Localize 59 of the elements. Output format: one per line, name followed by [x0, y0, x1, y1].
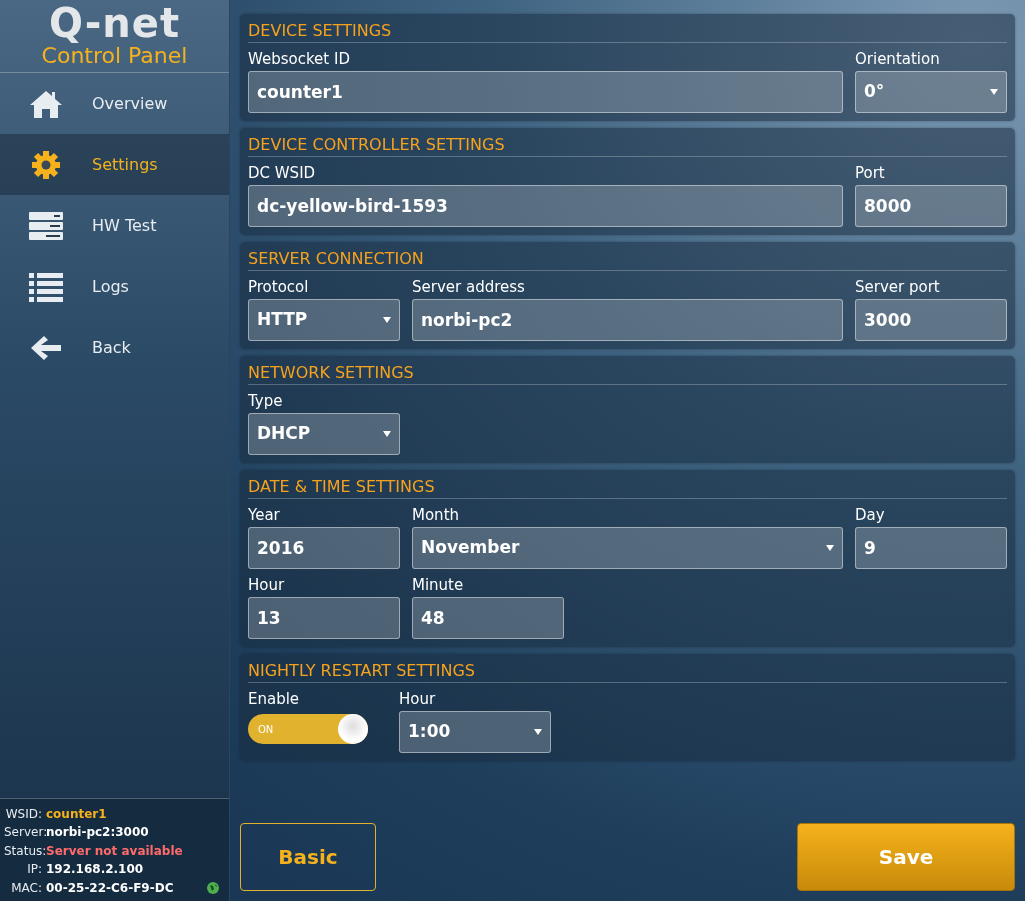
- section-title: DEVICE SETTINGS: [248, 20, 1007, 43]
- status-value: 00-25-22-C6-F9-DC: [46, 879, 174, 897]
- status-value: norbi-pc2:3000: [46, 824, 149, 841]
- field-label: Minute: [412, 575, 465, 596]
- field-label: Server port: [855, 277, 941, 298]
- section-title: DEVICE CONTROLLER SETTINGS: [248, 134, 1007, 157]
- server-icon: [28, 209, 64, 242]
- select-field[interactable]: 0°: [855, 71, 1007, 113]
- status-value: counter1: [46, 805, 107, 823]
- list-icon: [28, 270, 64, 303]
- input-field[interactable]: 9: [855, 527, 1007, 569]
- field-label: Month: [412, 505, 460, 526]
- field-label: Day: [855, 505, 886, 526]
- section-title: NIGHTLY RESTART SETTINGS: [248, 660, 1007, 683]
- nav-item[interactable]: Settings: [0, 134, 229, 196]
- nav-item[interactable]: Overview: [0, 73, 229, 135]
- select-field[interactable]: November: [412, 527, 843, 569]
- input-field[interactable]: 48: [412, 597, 564, 639]
- status-value: 192.168.2.100: [46, 861, 144, 878]
- select-field[interactable]: 1:00: [399, 711, 551, 753]
- logo-subtitle: Control Panel: [40, 44, 189, 69]
- input-field[interactable]: 13: [248, 597, 400, 639]
- status-label: WSID:: [4, 805, 42, 823]
- field-label: Hour: [248, 575, 286, 596]
- field-label: Websocket ID: [248, 49, 351, 70]
- status-label: MAC:: [10, 879, 42, 897]
- field-label: Orientation: [855, 49, 941, 70]
- input-field[interactable]: norbi-pc2: [412, 299, 843, 341]
- section-title: SERVER CONNECTION: [248, 248, 1007, 271]
- action-button[interactable]: Basic: [240, 823, 376, 891]
- section-title: DATE & TIME SETTINGS: [248, 476, 1007, 499]
- input-field[interactable]: counter1: [248, 71, 843, 113]
- caret-icon: [826, 545, 834, 551]
- field-label: Enable: [248, 689, 301, 710]
- logo-text: Q-net: [47, 2, 182, 44]
- caret-icon: [383, 317, 391, 323]
- input-field[interactable]: 8000: [855, 185, 1007, 227]
- caret-icon: [990, 89, 998, 95]
- field-label: Hour: [399, 689, 437, 710]
- section-title: NETWORK SETTINGS: [248, 362, 1007, 385]
- input-field[interactable]: 3000: [855, 299, 1007, 341]
- status-value: Server not available: [46, 842, 183, 860]
- nav-item[interactable]: HW Test: [0, 195, 229, 257]
- caret-icon: [383, 431, 391, 437]
- nav-item[interactable]: Back: [0, 317, 229, 379]
- select-field[interactable]: HTTP: [248, 299, 400, 341]
- input-field[interactable]: 2016: [248, 527, 400, 569]
- globe-icon: [207, 881, 219, 894]
- input-field[interactable]: dc-yellow-bird-1593: [248, 185, 843, 227]
- select-field[interactable]: DHCP: [248, 413, 400, 455]
- field-label: Server address: [412, 277, 526, 298]
- caret-icon: [534, 729, 542, 735]
- field-label: Protocol: [248, 277, 310, 298]
- field-label: Year: [248, 505, 281, 526]
- field-label: Port: [855, 163, 886, 184]
- nav-item[interactable]: Logs: [0, 256, 229, 318]
- field-label: DC WSID: [248, 163, 317, 184]
- field-label: Type: [248, 391, 284, 412]
- status-label: IP:: [26, 861, 42, 878]
